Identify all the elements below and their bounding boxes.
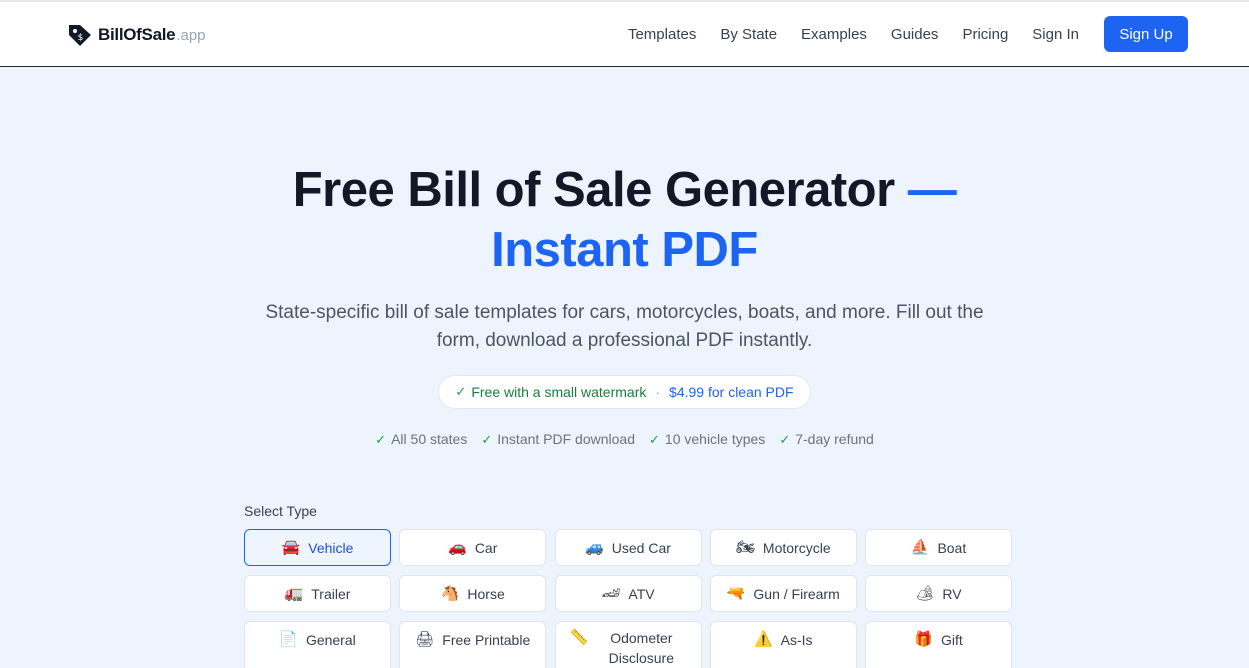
suv-icon: 🚙 (585, 538, 604, 556)
nav-templates[interactable]: Templates (628, 26, 696, 43)
type-boat[interactable]: ⛵ Boat (865, 529, 1012, 566)
type-label: Gift (940, 632, 963, 648)
logo-suffix: .app (176, 26, 206, 44)
check-icon: ✓ (779, 432, 791, 447)
logo[interactable]: $ BillOfSale .app (67, 21, 206, 49)
document-icon: 📄 (279, 631, 298, 648)
type-used-car[interactable]: 🚙 Used Car (554, 529, 702, 566)
printer-icon: 🖨 (415, 631, 435, 648)
type-label: As-Is (780, 632, 813, 648)
ruler-icon: 📏 (569, 629, 589, 646)
nav-sign-in[interactable]: Sign In (1032, 26, 1079, 43)
feature-label: Instant PDF download (497, 431, 635, 447)
title-dash: — (907, 163, 957, 217)
type-horse[interactable]: 🐴 Horse (399, 575, 547, 612)
type-rv[interactable]: 🏕 RV (865, 575, 1012, 612)
type-trailer[interactable]: 🚛 Trailer (244, 575, 391, 612)
motorcycle-icon: 🏍 (735, 538, 755, 556)
type-label: Trailer (311, 585, 351, 602)
type-label: Odometer Disclosure (608, 630, 675, 666)
type-atv[interactable]: 🏎 ATV (554, 575, 702, 612)
type-label: Free Printable (442, 632, 531, 648)
type-label: Boat (937, 539, 967, 556)
type-general[interactable]: 📄 General (244, 621, 391, 668)
check-icon: ✓ (481, 432, 493, 447)
check-icon: ✓ (455, 384, 467, 399)
type-label: Car (474, 539, 498, 556)
type-label: Horse (467, 585, 505, 602)
car-icon: 🚗 (448, 538, 467, 556)
warning-icon: ⚠️ (753, 631, 773, 648)
type-label: ATV (628, 585, 655, 602)
type-grid: 🚘 Vehicle 🚗 Car 🚙 Used Car 🏍 Motorcycle ⛵ Boa… (244, 529, 1012, 668)
boat-icon: ⛵ (910, 538, 930, 556)
type-label: General (305, 632, 356, 648)
type-label: RV (942, 585, 962, 602)
title-main: Free Bill of Sale Generator (292, 163, 895, 217)
type-gift[interactable]: 🎁 Gift (865, 621, 1012, 668)
feature-item: ✓ Instant PDF download (481, 431, 635, 448)
type-label: Gun / Firearm (753, 585, 840, 602)
feature-label: 7-day refund (795, 431, 874, 447)
race-car-icon: 🏎 (601, 584, 621, 602)
type-label: Motorcycle (762, 539, 831, 556)
hero-section: Free Bill of Sale Generator — Instant PD… (0, 160, 1249, 448)
site-header: $ BillOfSale .app Templates By State Exa… (0, 2, 1249, 67)
type-car[interactable]: 🚗 Car (399, 529, 547, 566)
type-gun-firearm[interactable]: 🔫 Gun / Firearm (709, 575, 857, 612)
logo-name: BillOfSale (98, 25, 176, 44)
car-icon: 🚘 (281, 538, 301, 556)
feature-item: ✓ All 50 states (375, 431, 467, 448)
camping-icon: 🏕 (915, 584, 935, 602)
main-nav: Templates By State Examples Guides Prici… (604, 16, 1188, 52)
type-odometer-disclosure[interactable]: 📏 Odometer Disclosure (554, 621, 702, 668)
hero-subtitle: State-specific bill of sale templates fo… (265, 302, 984, 351)
nav-examples[interactable]: Examples (801, 26, 867, 43)
select-type-label: Select Type (244, 503, 317, 519)
feature-label: 10 vehicle types (664, 431, 766, 447)
gift-icon: 🎁 (914, 631, 933, 648)
feature-item: ✓ 10 vehicle types (649, 431, 765, 448)
nav-guides[interactable]: Guides (891, 26, 939, 43)
type-label: Vehicle (308, 539, 354, 556)
pill-separator: · (655, 384, 661, 400)
sign-up-button[interactable]: Sign Up (1104, 16, 1188, 52)
page-title: Free Bill of Sale Generator — Instant PD… (0, 160, 1249, 280)
feature-label: All 50 states (391, 431, 468, 447)
feature-list: ✓ All 50 states ✓ Instant PDF download ✓ 10… (0, 431, 1249, 448)
truck-icon: 🚛 (284, 584, 304, 602)
type-as-is[interactable]: ⚠️ As-Is (709, 621, 857, 668)
nav-pricing[interactable]: Pricing (962, 26, 1008, 43)
horse-icon: 🐴 (440, 584, 460, 602)
check-icon: ✓ (649, 432, 660, 447)
pill-price-text: $4.99 for clean PDF (669, 384, 794, 400)
type-vehicle[interactable]: 🚘 Vehicle (244, 529, 391, 566)
check-icon: ✓ (375, 432, 387, 447)
feature-item: ✓ 7-day refund (779, 431, 874, 448)
nav-by-state[interactable]: By State (720, 26, 777, 43)
gun-icon: 🔫 (726, 584, 746, 602)
pricing-pill: ✓ Free with a small watermark · $4.99 fo… (438, 375, 811, 409)
tag-icon: $ (69, 25, 91, 46)
type-free-printable[interactable]: 🖨 Free Printable (399, 621, 547, 668)
svg-text:$: $ (78, 33, 84, 43)
pill-free-text: Free with a small watermark (471, 384, 647, 400)
title-accent: Instant PDF (491, 223, 758, 277)
type-label: Used Car (611, 539, 671, 556)
type-motorcycle[interactable]: 🏍 Motorcycle (709, 529, 857, 566)
